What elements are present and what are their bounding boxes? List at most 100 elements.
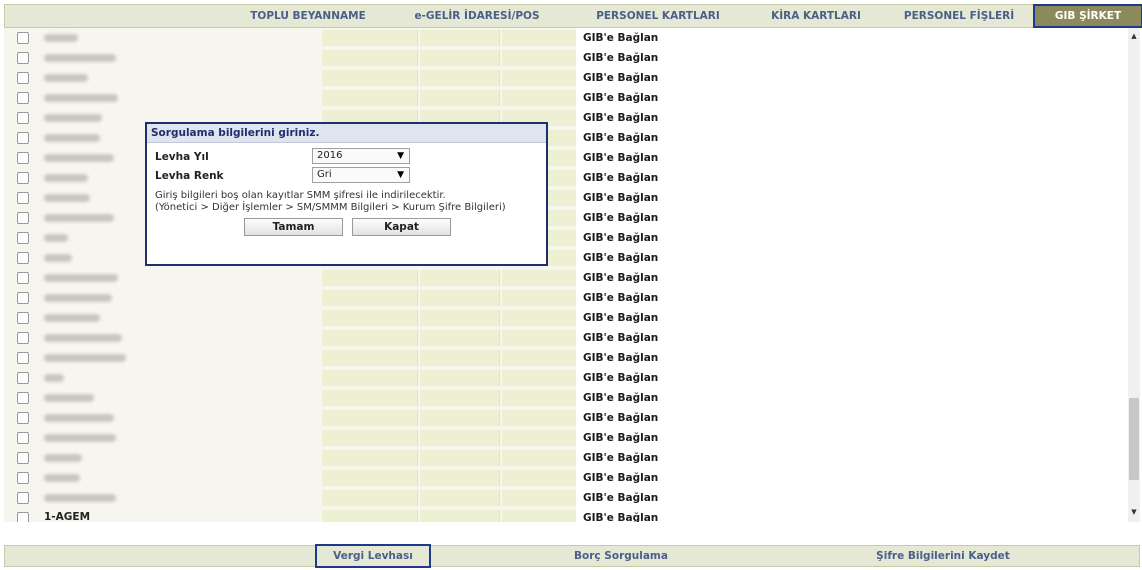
- input-cell-1[interactable]: [322, 290, 418, 306]
- gib-connect-link[interactable]: GIB'e Bağlan: [576, 448, 1128, 468]
- input-cell-2[interactable]: [420, 370, 500, 386]
- row-checkbox[interactable]: [17, 372, 29, 384]
- gib-connect-link[interactable]: GIB'e Bağlan: [576, 188, 1128, 208]
- kapat-button[interactable]: Kapat: [352, 218, 451, 236]
- input-cell-3[interactable]: [502, 70, 576, 86]
- gib-connect-link[interactable]: GIB'e Bağlan: [576, 408, 1128, 428]
- input-cell-2[interactable]: [420, 310, 500, 326]
- gib-connect-link[interactable]: GIB'e Bağlan: [576, 488, 1128, 508]
- gib-connect-link[interactable]: GIB'e Bağlan: [576, 68, 1128, 88]
- gib-connect-link[interactable]: GIB'e Bağlan: [576, 508, 1128, 522]
- tab-toplu-beyanname[interactable]: TOPLU BEYANNAME: [235, 5, 381, 27]
- input-cell-2[interactable]: [420, 490, 500, 506]
- input-cell-2[interactable]: [420, 510, 500, 522]
- gib-connect-link[interactable]: GIB'e Bağlan: [576, 108, 1128, 128]
- input-cell-1[interactable]: [322, 470, 418, 486]
- input-cell-2[interactable]: [420, 410, 500, 426]
- row-checkbox[interactable]: [17, 412, 29, 424]
- input-cell-2[interactable]: [420, 470, 500, 486]
- scrollbar-thumb[interactable]: [1129, 398, 1139, 480]
- row-checkbox[interactable]: [17, 452, 29, 464]
- input-cell-2[interactable]: [420, 330, 500, 346]
- row-checkbox[interactable]: [17, 332, 29, 344]
- input-cell-3[interactable]: [502, 30, 576, 46]
- input-cell-1[interactable]: [322, 310, 418, 326]
- tamam-button[interactable]: Tamam: [244, 218, 343, 236]
- row-checkbox[interactable]: [17, 52, 29, 64]
- row-checkbox[interactable]: [17, 272, 29, 284]
- row-checkbox[interactable]: [17, 292, 29, 304]
- input-cell-3[interactable]: [502, 310, 576, 326]
- row-checkbox[interactable]: [17, 172, 29, 184]
- input-cell-1[interactable]: [322, 30, 418, 46]
- row-checkbox[interactable]: [17, 132, 29, 144]
- input-cell-1[interactable]: [322, 510, 418, 522]
- input-cell-3[interactable]: [502, 390, 576, 406]
- input-cell-1[interactable]: [322, 90, 418, 106]
- gib-connect-link[interactable]: GIB'e Bağlan: [576, 168, 1128, 188]
- row-checkbox[interactable]: [17, 192, 29, 204]
- input-cell-1[interactable]: [322, 430, 418, 446]
- input-cell-2[interactable]: [420, 270, 500, 286]
- gib-connect-link[interactable]: GIB'e Bağlan: [576, 248, 1128, 268]
- borc-sorgulama-button[interactable]: Borç Sorgulama: [561, 546, 681, 566]
- input-cell-3[interactable]: [502, 450, 576, 466]
- gib-connect-link[interactable]: GIB'e Bağlan: [576, 48, 1128, 68]
- gib-connect-link[interactable]: GIB'e Bağlan: [576, 148, 1128, 168]
- gib-connect-link[interactable]: GIB'e Bağlan: [576, 328, 1128, 348]
- sifre-bilgilerini-kaydet-button[interactable]: Şifre Bilgilerini Kaydet: [855, 546, 1031, 566]
- input-cell-2[interactable]: [420, 30, 500, 46]
- input-cell-3[interactable]: [502, 430, 576, 446]
- row-checkbox[interactable]: [17, 112, 29, 124]
- levha-renk-select[interactable]: Gri ▼: [312, 167, 410, 183]
- gib-connect-link[interactable]: GIB'e Bağlan: [576, 468, 1128, 488]
- row-checkbox[interactable]: [17, 472, 29, 484]
- row-checkbox[interactable]: [17, 392, 29, 404]
- tab-gib-sirket[interactable]: GIB ŞİRKET: [1033, 4, 1142, 28]
- levha-yil-select[interactable]: 2016 ▼: [312, 148, 410, 164]
- row-checkbox[interactable]: [17, 32, 29, 44]
- input-cell-1[interactable]: [322, 350, 418, 366]
- input-cell-3[interactable]: [502, 270, 576, 286]
- input-cell-1[interactable]: [322, 370, 418, 386]
- row-checkbox[interactable]: [17, 152, 29, 164]
- gib-connect-link[interactable]: GIB'e Bağlan: [576, 288, 1128, 308]
- chevron-down-icon[interactable]: ▼: [1128, 506, 1140, 518]
- input-cell-2[interactable]: [420, 350, 500, 366]
- input-cell-2[interactable]: [420, 430, 500, 446]
- input-cell-2[interactable]: [420, 90, 500, 106]
- vergi-levhasi-button[interactable]: Vergi Levhası: [315, 544, 431, 568]
- input-cell-1[interactable]: [322, 270, 418, 286]
- gib-connect-link[interactable]: GIB'e Bağlan: [576, 348, 1128, 368]
- row-checkbox[interactable]: [17, 352, 29, 364]
- row-checkbox[interactable]: [17, 72, 29, 84]
- input-cell-3[interactable]: [502, 50, 576, 66]
- input-cell-2[interactable]: [420, 290, 500, 306]
- input-cell-3[interactable]: [502, 510, 576, 522]
- input-cell-3[interactable]: [502, 350, 576, 366]
- tab-personel-fisleri[interactable]: PERSONEL FİŞLERİ: [895, 5, 1023, 27]
- row-checkbox[interactable]: [17, 492, 29, 504]
- chevron-up-icon[interactable]: ▲: [1128, 30, 1140, 42]
- input-cell-1[interactable]: [322, 390, 418, 406]
- gib-connect-link[interactable]: GIB'e Bağlan: [576, 308, 1128, 328]
- input-cell-2[interactable]: [420, 390, 500, 406]
- gib-connect-link[interactable]: GIB'e Bağlan: [576, 88, 1128, 108]
- input-cell-1[interactable]: [322, 450, 418, 466]
- gib-connect-link[interactable]: GIB'e Bağlan: [576, 368, 1128, 388]
- gib-connect-link[interactable]: GIB'e Bağlan: [576, 128, 1128, 148]
- tab-personel-kartlari[interactable]: PERSONEL KARTLARI: [585, 5, 731, 27]
- tab-e-gelir-idaresi-pos[interactable]: e-GELİR İDARESİ/POS: [397, 5, 557, 27]
- row-checkbox[interactable]: [17, 92, 29, 104]
- row-checkbox[interactable]: [17, 312, 29, 324]
- gib-connect-link[interactable]: GIB'e Bağlan: [576, 428, 1128, 448]
- gib-connect-link[interactable]: GIB'e Bağlan: [576, 268, 1128, 288]
- input-cell-1[interactable]: [322, 490, 418, 506]
- input-cell-2[interactable]: [420, 450, 500, 466]
- input-cell-1[interactable]: [322, 70, 418, 86]
- row-checkbox[interactable]: [17, 232, 29, 244]
- input-cell-1[interactable]: [322, 330, 418, 346]
- gib-connect-link[interactable]: GIB'e Bağlan: [576, 208, 1128, 228]
- vertical-scrollbar[interactable]: ▲ ▼: [1128, 28, 1140, 522]
- input-cell-3[interactable]: [502, 370, 576, 386]
